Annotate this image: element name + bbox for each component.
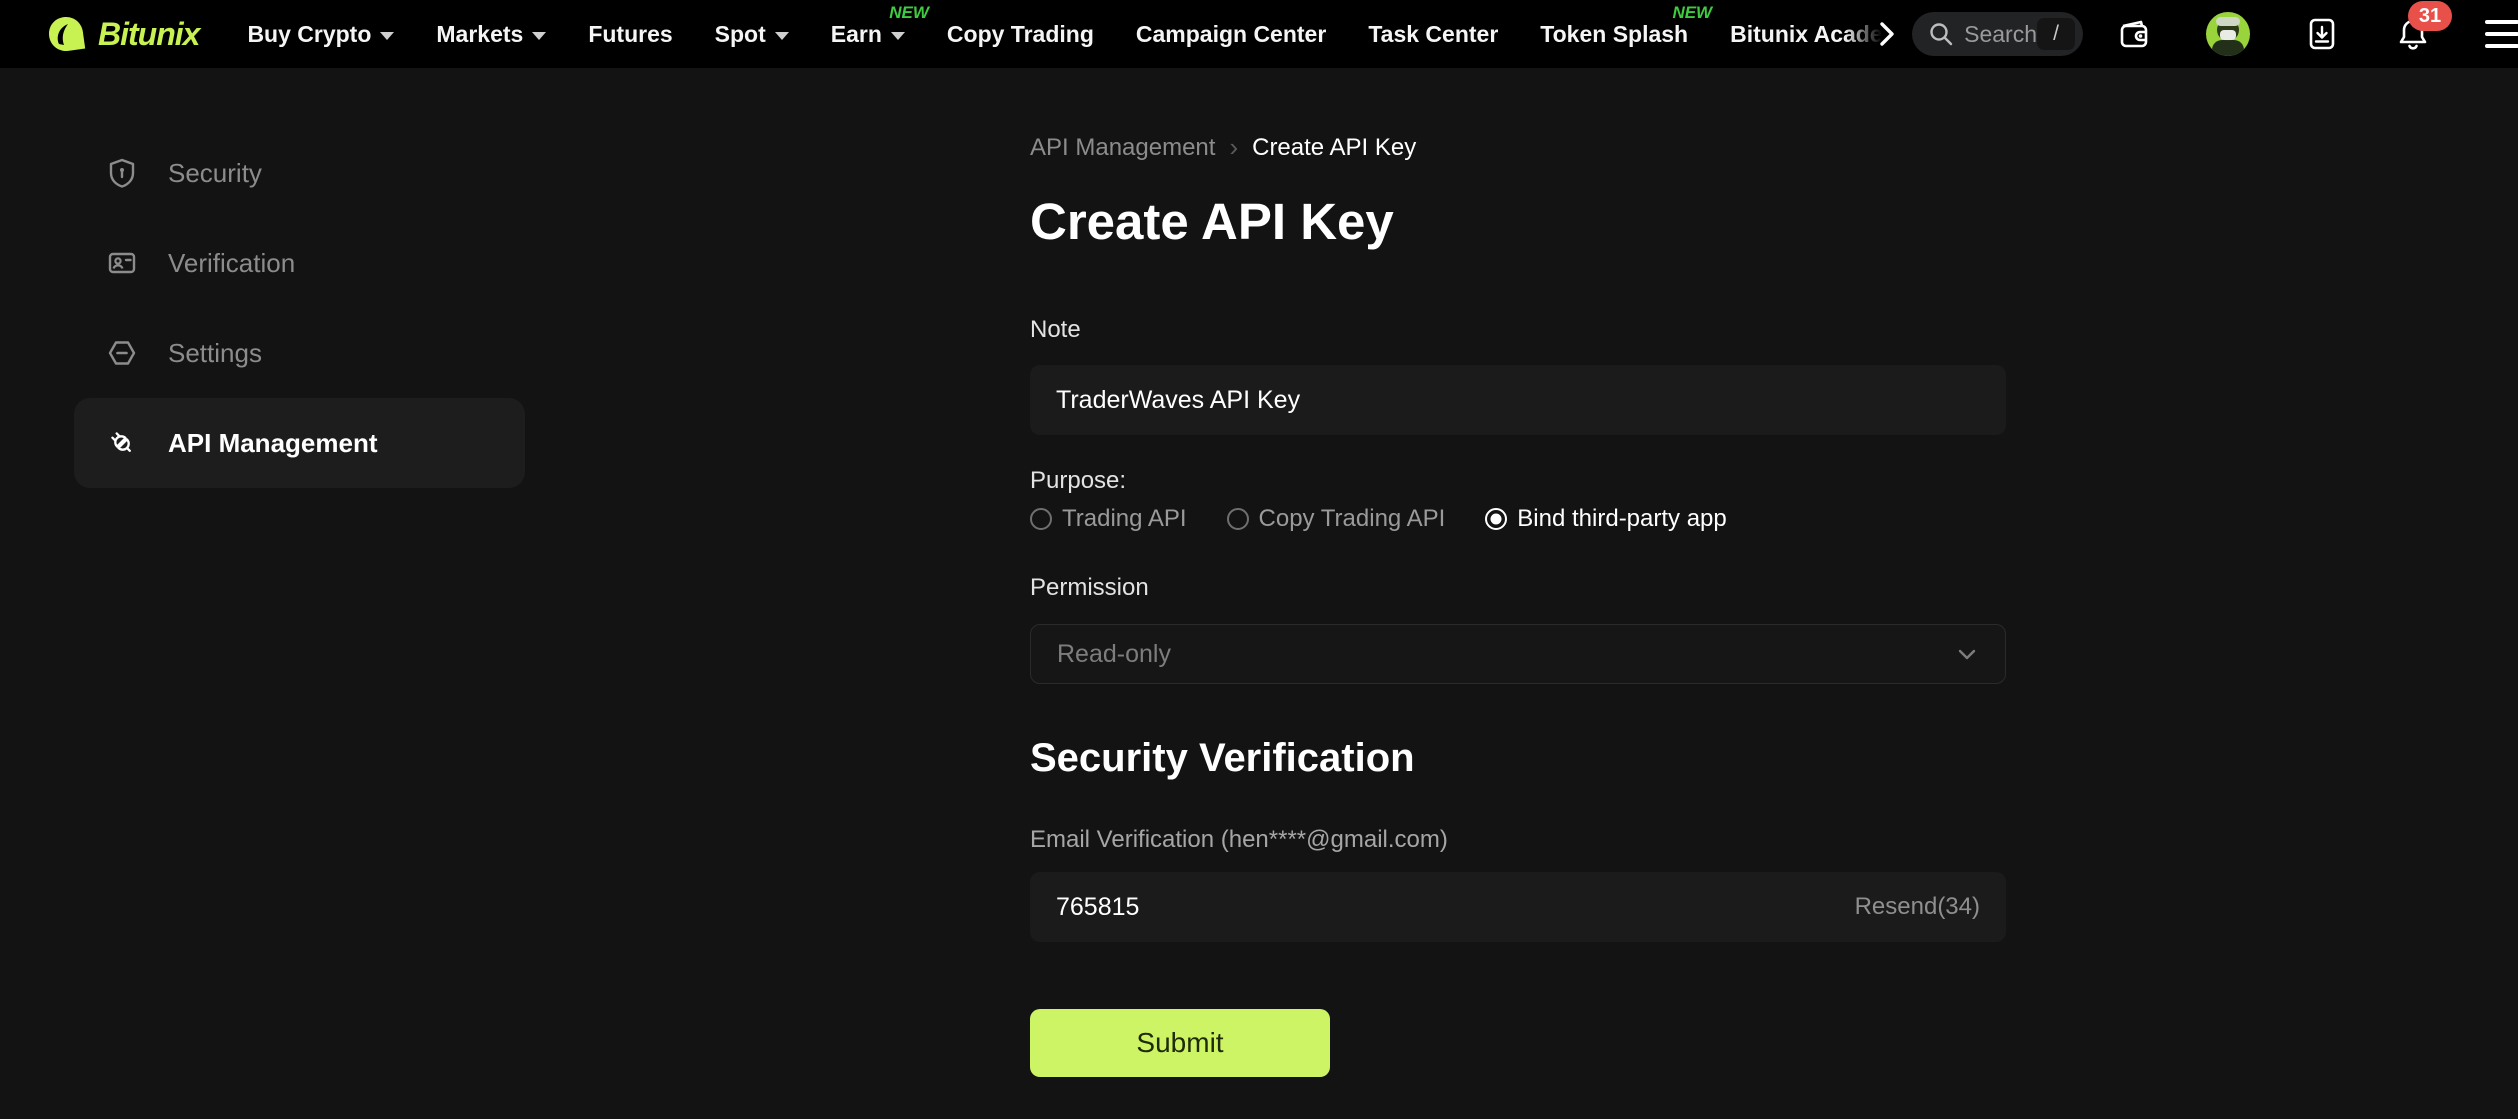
hamburger-menu-icon[interactable]: [2484, 20, 2518, 48]
permission-selected-value: Read-only: [1057, 639, 1171, 668]
wallet-icon[interactable]: [2115, 15, 2153, 53]
nav-bitunix-academy[interactable]: Bitunix Academy: [1730, 0, 1882, 68]
note-label: Note: [1030, 316, 1081, 343]
breadcrumb-current: Create API Key: [1252, 133, 1417, 161]
topbar-icons: 31: [2115, 1, 2518, 56]
nav-task-center[interactable]: Task Center: [1368, 0, 1498, 68]
nav-futures[interactable]: Futures: [588, 0, 672, 68]
bitunix-logo[interactable]: Bitunix: [46, 14, 200, 54]
permission-select[interactable]: Read-only: [1030, 624, 2006, 684]
radio-selected-icon: [1485, 508, 1508, 530]
sidebar-item-label: API Management: [168, 427, 378, 458]
account-sidebar: Security Verification Settings API Manag…: [74, 128, 525, 488]
chevron-down-icon: [532, 31, 547, 40]
sidebar-item-settings[interactable]: Settings: [74, 308, 525, 398]
page-title: Create API Key: [1030, 193, 1394, 250]
search-placeholder: Search: [1964, 20, 2037, 47]
chevron-down-icon: [890, 31, 905, 40]
notification-count-badge: 31: [2407, 1, 2452, 31]
sidebar-item-verification[interactable]: Verification: [74, 218, 525, 308]
new-badge: NEW: [1672, 3, 1713, 22]
email-code-input[interactable]: 765815 Resend(34): [1030, 872, 2006, 942]
download-app-icon[interactable]: [2303, 15, 2341, 53]
radio-copy-trading-api[interactable]: Copy Trading API: [1226, 505, 1445, 533]
top-navigation-bar: Bitunix Buy Crypto Markets Futures Spot …: [0, 0, 2518, 68]
purpose-radio-group: Trading API Copy Trading API Bind third-…: [1030, 505, 1727, 533]
breadcrumb-api-management[interactable]: API Management: [1030, 134, 1215, 162]
radio-trading-api[interactable]: Trading API: [1030, 505, 1187, 533]
radio-bind-third-party-app[interactable]: Bind third-party app: [1485, 505, 1727, 533]
breadcrumb: API Management › Create API Key: [1030, 132, 1416, 163]
sidebar-item-label: Settings: [168, 337, 262, 368]
breadcrumb-separator-icon: ›: [1229, 132, 1239, 162]
search-icon: [1930, 23, 1953, 46]
notifications-bell-icon[interactable]: 31: [2394, 1, 2452, 53]
nav-earn[interactable]: Earn NEW: [831, 0, 929, 68]
bitunix-logo-icon: [49, 17, 86, 51]
sidebar-item-api-management[interactable]: API Management: [74, 398, 525, 488]
note-input[interactable]: TraderWaves API Key: [1030, 365, 2006, 435]
nav-markets[interactable]: Markets: [436, 0, 547, 68]
note-input-value: TraderWaves API Key: [1056, 385, 1301, 414]
radio-circle-icon: [1226, 508, 1249, 530]
permission-label: Permission: [1030, 574, 1149, 601]
chevron-down-icon: [1958, 649, 1976, 660]
search-input[interactable]: Search /: [1912, 12, 2083, 56]
email-verification-label: Email Verification (hen****@gmail.com): [1030, 826, 1448, 853]
nav-campaign-center[interactable]: Campaign Center: [1136, 0, 1326, 68]
sidebar-item-label: Verification: [168, 247, 296, 278]
brand-name: Bitunix: [98, 15, 200, 52]
nav-buy-crypto[interactable]: Buy Crypto: [247, 0, 395, 68]
sidebar-item-security[interactable]: Security: [74, 128, 525, 218]
chevron-down-icon: [774, 31, 789, 40]
submit-button[interactable]: Submit: [1030, 1009, 1330, 1077]
id-card-icon: [108, 252, 136, 274]
shield-icon: [109, 158, 135, 188]
chevron-down-icon: [380, 31, 395, 40]
user-avatar[interactable]: [2205, 12, 2250, 56]
hexagon-settings-icon: [108, 341, 136, 365]
radio-circle-icon: [1030, 508, 1052, 530]
search-shortcut-key: /: [2036, 18, 2075, 50]
security-verification-heading: Security Verification: [1030, 736, 1415, 780]
plug-icon: [111, 432, 131, 452]
nav-token-splash[interactable]: Token Splash NEW: [1540, 0, 1712, 68]
resend-countdown-button[interactable]: Resend(34): [1855, 893, 1980, 921]
primary-nav: Buy Crypto Markets Futures Spot Earn NEW…: [247, 0, 1882, 68]
nav-spot[interactable]: Spot: [715, 0, 789, 68]
new-badge: NEW: [889, 3, 929, 22]
nav-copy-trading[interactable]: Copy Trading: [947, 0, 1094, 68]
email-code-value: 765815: [1056, 892, 1140, 921]
sidebar-item-label: Security: [168, 157, 262, 188]
purpose-label: Purpose:: [1030, 467, 1127, 494]
